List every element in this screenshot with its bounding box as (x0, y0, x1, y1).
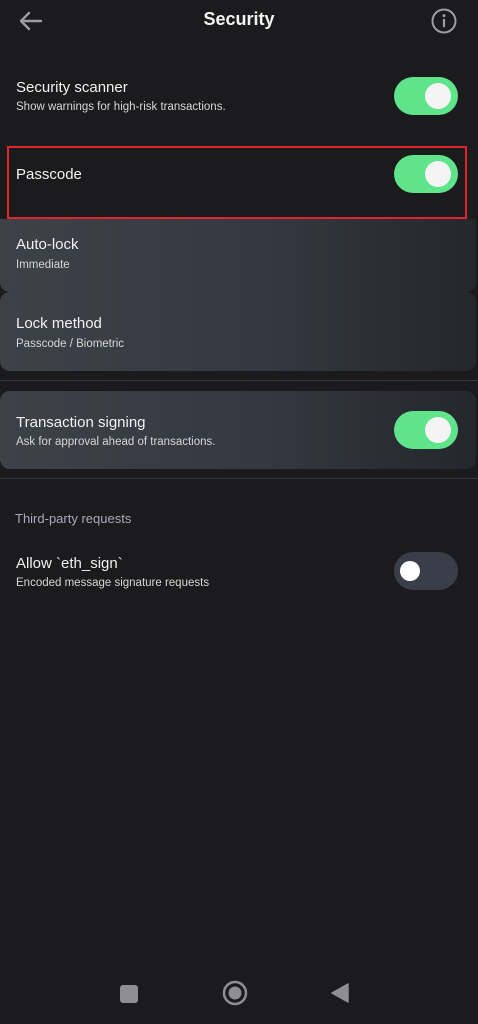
circle-home-icon (222, 980, 248, 1006)
security-scanner-description: Show warnings for high-risk transactions… (16, 101, 226, 113)
divider (0, 380, 478, 381)
triangle-back-icon (331, 983, 349, 1003)
lock-method-value: Passcode / Biometric (16, 338, 125, 350)
transaction-signing-label: Transaction signing (16, 414, 146, 431)
back-nav-button[interactable] (330, 982, 350, 1009)
security-scanner-row: Security scanner Show warnings for high-… (0, 70, 478, 126)
transaction-signing-description: Ask for approval ahead of transactions. (16, 436, 216, 448)
auto-lock-label: Auto-lock (16, 236, 79, 253)
lock-method-content: Lock method Passcode / Biometric (0, 292, 478, 371)
info-circle-icon (431, 8, 457, 34)
toggle-knob (425, 83, 451, 109)
square-icon (120, 985, 138, 1003)
toggle-knob (400, 561, 420, 581)
auto-lock-row[interactable]: Auto-lock Immediate (0, 219, 476, 292)
transaction-signing-row: Transaction signing Ask for approval ahe… (0, 391, 476, 469)
system-navigation-bar (0, 965, 478, 1024)
lock-method-label: Lock method (16, 315, 102, 332)
allow-eth-sign-label: Allow `eth_sign` (16, 555, 123, 572)
divider (0, 478, 478, 479)
lock-method-row[interactable]: Lock method Passcode / Biometric (0, 292, 476, 371)
info-button[interactable] (430, 7, 458, 35)
home-button[interactable] (222, 980, 248, 1011)
security-scanner-label: Security scanner (16, 79, 128, 96)
toggle-knob (425, 417, 451, 443)
allow-eth-sign-description: Encoded message signature requests (16, 577, 210, 589)
allow-eth-sign-row: Allow `eth_sign` Encoded message signatu… (0, 545, 478, 601)
passcode-highlight-box (7, 146, 467, 219)
top-app-bar: Security (0, 0, 478, 42)
auto-lock-value: Immediate (16, 259, 70, 271)
recents-button[interactable] (119, 984, 139, 1009)
section-header-third-party: Third-party requests (15, 511, 132, 526)
page-title: Security (203, 9, 275, 29)
transaction-signing-toggle[interactable] (394, 411, 458, 449)
transaction-signing-content: Transaction signing Ask for approval ahe… (0, 391, 478, 469)
security-scanner-toggle[interactable] (394, 77, 458, 115)
allow-eth-sign-toggle[interactable] (394, 552, 458, 590)
auto-lock-content: Auto-lock Immediate (0, 219, 478, 292)
